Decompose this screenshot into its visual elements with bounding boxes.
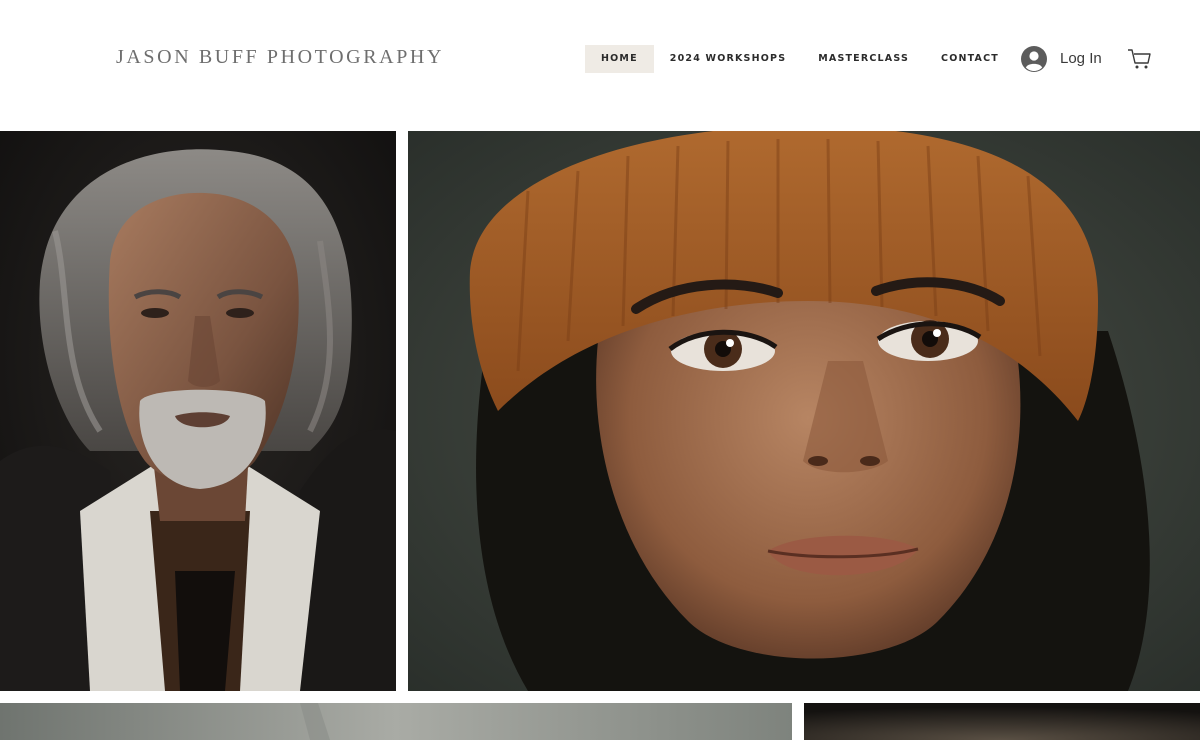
gallery-photo-man[interactable] — [0, 131, 396, 691]
nav-item-home[interactable]: HOME — [585, 45, 654, 73]
site-logo[interactable]: JASON BUFF PHOTOGRAPHY — [116, 46, 444, 69]
avatar-icon — [1021, 45, 1047, 72]
nav-item-workshops[interactable]: 2024 WORKSHOPS — [654, 45, 802, 73]
cart-icon[interactable] — [1127, 48, 1151, 70]
login-label: Log In — [1060, 50, 1102, 67]
site-header: JASON BUFF PHOTOGRAPHY HOME 2024 WORKSHO… — [0, 0, 1200, 131]
gallery-photo-landscape[interactable] — [0, 703, 792, 740]
gallery-photo-woman[interactable] — [408, 131, 1200, 691]
gallery-photo-dark[interactable] — [804, 703, 1200, 740]
nav-item-masterclass[interactable]: MASTERCLASS — [802, 45, 925, 73]
login-button[interactable]: Log In — [1021, 45, 1102, 72]
main-nav: HOME 2024 WORKSHOPS MASTERCLASS CONTACT — [585, 45, 1015, 73]
nav-item-contact[interactable]: CONTACT — [925, 45, 1015, 73]
